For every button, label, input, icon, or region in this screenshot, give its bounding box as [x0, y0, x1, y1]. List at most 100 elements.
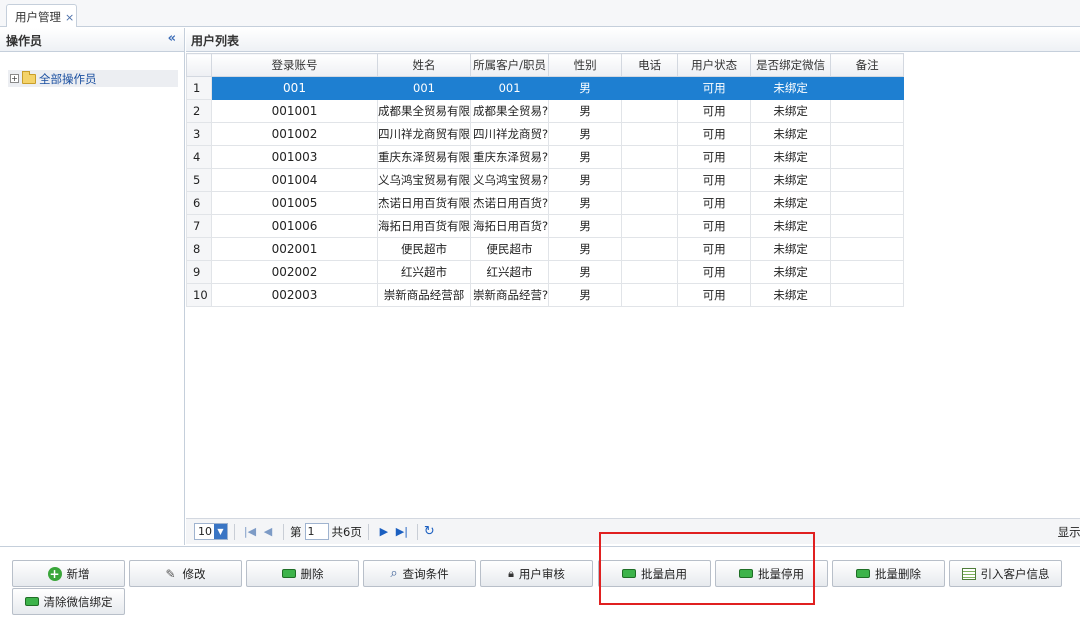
user-grid: 登录账号 姓名 所属客户/职员 性别 电话 用户状态 是否绑定微信 备注 1 00… [186, 53, 1080, 543]
gender-cell: 男 [548, 260, 623, 284]
name-cell: 成都果全贸易有限 [377, 99, 471, 123]
spreadsheet-icon [961, 567, 976, 580]
enable-icon [622, 569, 636, 578]
tab-label: 用户管理 [15, 10, 61, 24]
column-header-wechat[interactable]: 是否绑定微信 [750, 53, 832, 77]
account-cell: 001006 [211, 214, 378, 238]
note-cell [830, 76, 905, 100]
batch-enable-button[interactable]: 批量启用 [598, 560, 711, 587]
tree-node-all-operators[interactable]: + 全部操作员 [8, 70, 178, 87]
status-cell: 可用 [677, 99, 752, 123]
column-header-note[interactable]: 备注 [830, 53, 905, 77]
table-row[interactable]: 1 001 001 001 男可用 未绑定 [186, 76, 905, 100]
gender-cell: 男 [548, 214, 623, 238]
operator-panel: 操作员 « + 全部操作员 [0, 28, 185, 545]
client-cell: 001 [469, 76, 550, 100]
clear-wechat-button[interactable]: 清除微信绑定 [12, 588, 125, 615]
column-header-account[interactable]: 登录账号 [211, 53, 378, 77]
next-page-icon[interactable]: ▶ [375, 525, 393, 538]
edit-button[interactable]: ✎ 修改 [129, 560, 242, 587]
table-row[interactable]: 4 001003 重庆东泽贸易有限 重庆东泽贸易? 男 可用 未绑定 [186, 145, 905, 169]
wechat-cell: 未绑定 [750, 260, 832, 284]
query-label: 查询条件 [402, 566, 449, 581]
table-row[interactable]: 9 002002 红兴超市 红兴超市男可用 未绑定 [186, 260, 905, 284]
prev-page-icon[interactable]: ◀ [259, 525, 277, 538]
refresh-icon[interactable]: ↻ [424, 524, 435, 539]
separator [367, 523, 369, 540]
page-number-input[interactable]: 1 [304, 523, 329, 540]
status-cell: 可用 [677, 214, 752, 238]
clear-wechat-icon [24, 597, 39, 606]
column-header-gender[interactable]: 性别 [548, 53, 623, 77]
row-number: 4 [186, 145, 212, 169]
query-button[interactable]: ⌕ 查询条件 [363, 560, 476, 587]
note-cell [830, 168, 905, 192]
client-cell: 四川祥龙商贸? [469, 122, 550, 146]
disable-icon [739, 569, 753, 578]
client-cell: 杰诺日用百货? [469, 191, 550, 215]
table-row[interactable]: 6 001005 杰诺日用百货有限 杰诺日用百货? 男 可用 未绑定 [186, 191, 905, 215]
name-cell: 重庆东泽贸易有限 [377, 145, 471, 169]
first-page-icon[interactable]: |◀ [241, 525, 259, 538]
batch-delete-button[interactable]: 批量删除 [832, 560, 945, 587]
account-cell: 001 [211, 76, 378, 100]
status-cell: 可用 [677, 237, 752, 261]
table-row[interactable]: 7 001006 海拓日用百货有限 海拓日用百货? 男 可用 未绑定 [186, 214, 905, 238]
delete-button[interactable]: 删除 [246, 560, 359, 587]
audit-label: 用户审核 [518, 566, 565, 581]
row-number: 1 [186, 76, 212, 100]
row-number: 8 [186, 237, 212, 261]
column-header-client[interactable]: 所属客户/职员 [469, 53, 550, 77]
note-cell [830, 237, 905, 261]
batch-disable-button[interactable]: 批量停用 [715, 560, 828, 587]
gender-cell: 男 [548, 283, 623, 307]
tab-user-management[interactable]: 用户管理 × [6, 4, 77, 27]
account-cell: 001003 [211, 145, 378, 169]
row-number: 3 [186, 122, 212, 146]
table-row[interactable]: 3 001002 四川祥龙商贸有限 四川祥龙商贸? 男 可用 未绑定 [186, 122, 905, 146]
import-client-button[interactable]: 引入客户信息 [949, 560, 1062, 587]
row-number: 5 [186, 168, 212, 192]
name-cell: 义乌鸿宝贸易有限 [377, 168, 471, 192]
collapse-icon[interactable]: « [168, 31, 176, 46]
row-number: 10 [186, 283, 212, 307]
table-row[interactable]: 2 001001 成都果全贸易有限 成都果全贸易? 男 可用 未绑定 [186, 99, 905, 123]
status-cell: 可用 [677, 168, 752, 192]
import-client-label: 引入客户信息 [980, 566, 1050, 581]
clear-wechat-label: 清除微信绑定 [43, 594, 113, 609]
tab-close-icon[interactable]: × [65, 11, 74, 24]
column-header-phone[interactable]: 电话 [621, 53, 679, 77]
wechat-cell: 未绑定 [750, 168, 832, 192]
page-prefix: 第 [290, 524, 302, 539]
table-row[interactable]: 8 002001 便民超市 便民超市男可用 未绑定 [186, 237, 905, 261]
add-button[interactable]: + 新增 [12, 560, 125, 587]
phone-cell [621, 260, 679, 284]
client-cell: 红兴超市 [469, 260, 550, 284]
gender-cell: 男 [548, 145, 623, 169]
note-cell [830, 191, 905, 215]
add-label: 新增 [66, 566, 90, 581]
audit-button[interactable]: 🔒︎ 用户审核 [480, 560, 593, 587]
column-header-status[interactable]: 用户状态 [677, 53, 752, 77]
grid-header-row: 登录账号 姓名 所属客户/职员 性别 电话 用户状态 是否绑定微信 备注 [186, 53, 905, 77]
note-cell [830, 99, 905, 123]
folder-icon [22, 70, 36, 84]
name-cell: 杰诺日用百货有限 [377, 191, 471, 215]
phone-cell [621, 76, 679, 100]
account-cell: 001002 [211, 122, 378, 146]
table-row[interactable]: 10 002003 崇新商品经营部 崇新商品经营? 男 可用 未绑定 [186, 283, 905, 307]
expand-icon[interactable]: + [10, 74, 19, 83]
wechat-cell: 未绑定 [750, 99, 832, 123]
last-page-icon[interactable]: ▶| [393, 525, 411, 538]
phone-cell [621, 283, 679, 307]
row-number: 7 [186, 214, 212, 238]
gender-cell: 男 [548, 237, 623, 261]
column-header-name[interactable]: 姓名 [377, 53, 471, 77]
wechat-cell: 未绑定 [750, 145, 832, 169]
table-row[interactable]: 5 001004 义乌鸿宝贸易有限 义乌鸿宝贸易? 男 可用 未绑定 [186, 168, 905, 192]
chevron-down-icon[interactable]: ▼ [214, 524, 227, 539]
wechat-cell: 未绑定 [750, 191, 832, 215]
page-total: 共6页 [331, 524, 362, 539]
page-size-select[interactable]: 10 ▼ [194, 523, 228, 540]
edit-label: 修改 [182, 566, 206, 581]
